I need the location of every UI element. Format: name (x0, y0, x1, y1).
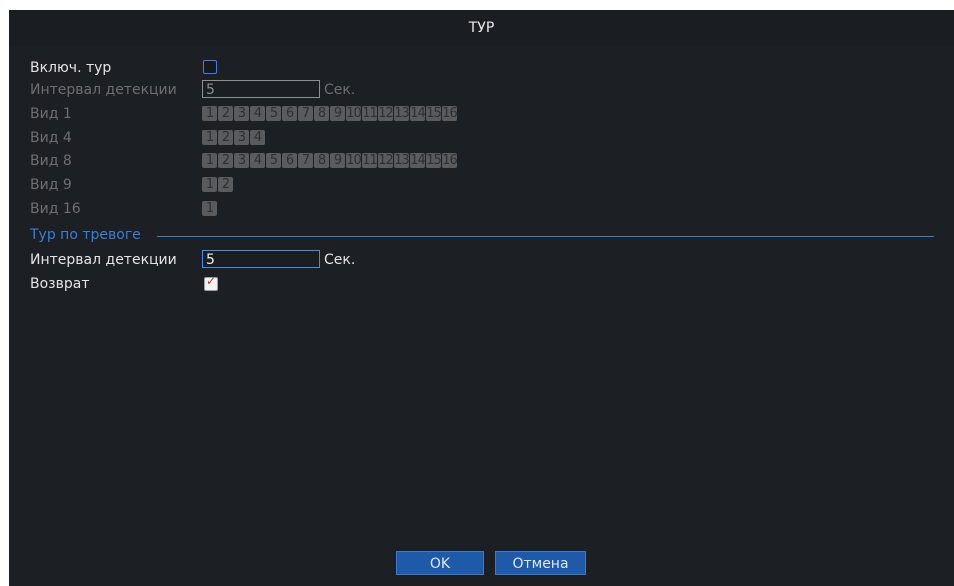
enable-tour-label: Включ. тур (30, 60, 112, 76)
view-8-tiles: 1 2 3 4 5 6 7 8 9 10 11 12 13 14 15 16 (202, 153, 457, 168)
detect-interval-unit: Сек. (324, 82, 356, 98)
channel-tile[interactable]: 9 (330, 153, 345, 168)
view-1-tiles: 1 2 3 4 5 6 7 8 9 10 11 12 13 14 15 16 (202, 106, 457, 121)
channel-tile[interactable]: 11 (362, 106, 377, 121)
channel-tile[interactable]: 8 (314, 153, 329, 168)
channel-tile[interactable]: 9 (330, 106, 345, 121)
view-16-label: Вид 16 (30, 201, 81, 217)
channel-tile[interactable]: 6 (282, 106, 297, 121)
channel-tile[interactable]: 14 (410, 106, 425, 121)
channel-tile[interactable]: 13 (394, 153, 409, 168)
channel-tile[interactable]: 1 (202, 106, 217, 121)
channel-tile[interactable]: 5 (266, 153, 281, 168)
channel-tile[interactable]: 14 (410, 153, 425, 168)
cancel-button[interactable]: Отмена (495, 551, 586, 575)
detect-interval-input[interactable]: 5 (202, 80, 320, 98)
channel-tile[interactable]: 1 (202, 177, 217, 192)
view-4-tiles: 1234 (202, 130, 265, 145)
channel-tile[interactable]: 4 (250, 106, 265, 121)
view-16-tiles: 1 (202, 201, 217, 216)
channel-tile[interactable]: 16 (442, 106, 457, 121)
channel-tile[interactable]: 2 (218, 106, 233, 121)
channel-tile[interactable]: 3 (234, 153, 249, 168)
return-checkbox[interactable] (204, 274, 218, 291)
channel-tile[interactable]: 13 (394, 106, 409, 121)
channel-tile[interactable]: 12 (378, 153, 393, 168)
channel-tile[interactable]: 11 (362, 153, 377, 168)
alarm-interval-unit: Сек. (324, 252, 356, 268)
alarm-interval-input[interactable]: 5 (202, 250, 320, 268)
view-1-label: Вид 1 (30, 106, 72, 122)
channel-tile[interactable]: 4 (250, 153, 265, 168)
channel-tile[interactable]: 1 (202, 130, 217, 145)
view-4-label: Вид 4 (30, 130, 72, 146)
channel-tile[interactable]: 3 (234, 130, 249, 145)
tour-dialog: ТУР Включ. тур Интервал детекции 5 Сек. … (9, 10, 954, 586)
channel-tile[interactable]: 4 (250, 130, 265, 145)
channel-tile[interactable]: 12 (378, 106, 393, 121)
channel-tile[interactable]: 7 (298, 106, 313, 121)
channel-tile[interactable]: 15 (426, 106, 441, 121)
view-8-label: Вид 8 (30, 153, 72, 169)
alarm-tour-section-title: Тур по тревоге (30, 227, 141, 243)
channel-tile[interactable]: 10 (346, 106, 361, 121)
section-divider (157, 236, 934, 237)
channel-tile[interactable]: 2 (218, 177, 233, 192)
channel-tile[interactable]: 15 (426, 153, 441, 168)
channel-tile[interactable]: 2 (218, 153, 233, 168)
ok-button[interactable]: OK (396, 551, 484, 575)
channel-tile[interactable]: 6 (282, 153, 297, 168)
detect-interval-label: Интервал детекции (30, 82, 177, 98)
alarm-interval-label: Интервал детекции (30, 252, 177, 268)
view-9-tiles: 12 (202, 177, 233, 192)
channel-tile[interactable]: 1 (202, 153, 217, 168)
channel-tile[interactable]: 10 (346, 153, 361, 168)
channel-tile[interactable]: 5 (266, 106, 281, 121)
view-9-label: Вид 9 (30, 177, 72, 193)
channel-tile[interactable]: 7 (298, 153, 313, 168)
enable-tour-checkbox[interactable] (203, 60, 217, 74)
return-label: Возврат (30, 276, 90, 292)
channel-tile[interactable]: 3 (234, 106, 249, 121)
channel-tile[interactable]: 8 (314, 106, 329, 121)
channel-tile[interactable]: 1 (202, 201, 217, 216)
channel-tile[interactable]: 2 (218, 130, 233, 145)
channel-tile[interactable]: 16 (442, 153, 457, 168)
dialog-title: ТУР (9, 10, 954, 46)
